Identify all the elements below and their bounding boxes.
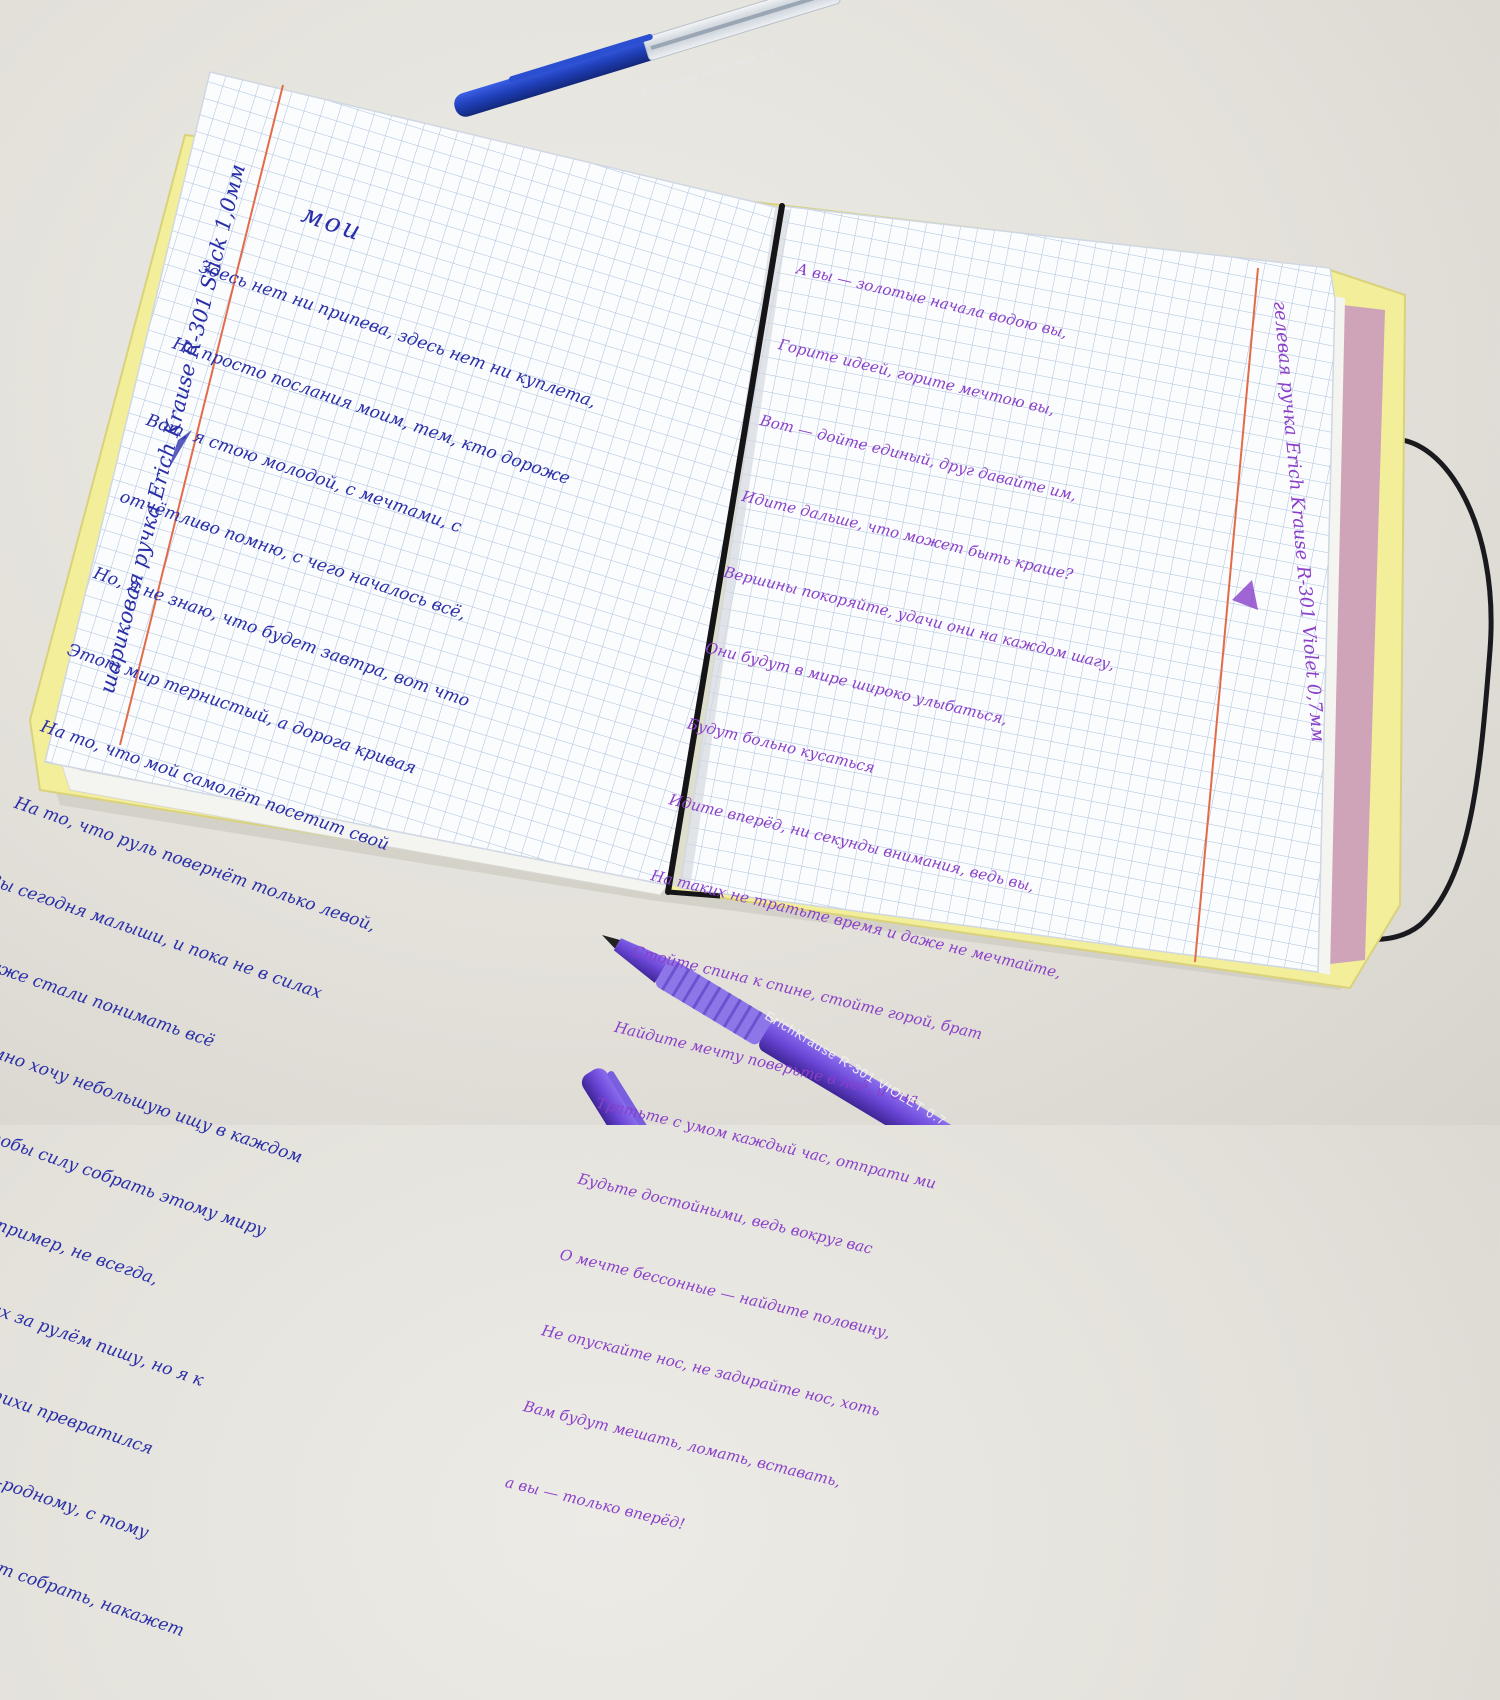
left-line: Я не лучший пример, не всегда,	[0, 1215, 161, 1290]
notebook-photo	[28, 0, 1494, 1125]
violet-pen-cap	[581, 1068, 659, 1125]
left-line: Даже этот стих за рулём пишу, но я к	[0, 1290, 207, 1391]
blue-pen	[454, 0, 841, 117]
right-line: Не опускайте нос, не задирайте нос, хоть	[539, 1321, 882, 1420]
left-line: И по старинке в стихи превратился	[0, 1380, 156, 1460]
right-line: О мечте бессонные — найдите половину,	[558, 1245, 893, 1343]
right-line: а вы — только вперёд!	[503, 1472, 687, 1534]
left-page	[44, 71, 781, 887]
left-line: Я хочу, чтобы силу собрать этому миру	[0, 1122, 269, 1241]
right-page	[679, 205, 1336, 973]
right-line: Вам будут мешать, ломать, вставать,	[521, 1397, 843, 1491]
violet-pen	[602, 935, 1028, 1125]
left-line: Им играет со мной по-родному, с тому	[0, 1465, 152, 1544]
right-line: Будьте достойными, ведь вокруг вас	[576, 1169, 875, 1258]
left-line: Захочет поднять, захочет собрать, накаже…	[0, 1538, 187, 1642]
